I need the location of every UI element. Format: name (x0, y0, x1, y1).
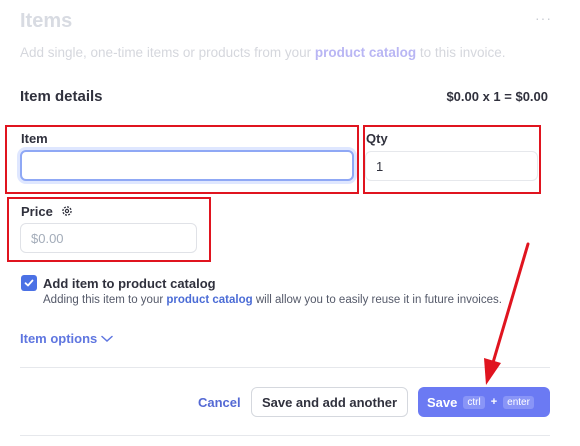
save-button[interactable]: Save ctrl + enter (418, 387, 550, 417)
more-options-icon[interactable]: ··· (535, 10, 552, 26)
save-and-add-another-label: Save and add another (261, 394, 398, 410)
chevron-down-icon (101, 335, 114, 342)
annotation-box-price (7, 197, 211, 262)
save-and-add-another-button[interactable]: Save and add another (251, 387, 408, 417)
item-details-title: Item details (20, 88, 103, 105)
bottom-divider (20, 435, 550, 436)
cancel-button[interactable]: Cancel (198, 395, 241, 410)
product-catalog-link[interactable]: product catalog (315, 45, 416, 60)
help-text: Adding this item to your (43, 294, 164, 306)
shortcut-plus: + (490, 396, 498, 408)
add-to-catalog-help: Adding this item to your product catalog… (43, 294, 502, 306)
item-total-formula: $0.00 x 1 = $0.00 (446, 89, 548, 104)
add-to-catalog-label[interactable]: Add item to product catalog (43, 276, 216, 291)
items-title: Items (20, 10, 73, 32)
items-description: Add single, one-time items or products f… (20, 45, 505, 60)
item-options-toggle[interactable]: Item options (20, 331, 114, 346)
shortcut-ctrl-key: ctrl (463, 395, 485, 409)
annotation-box-item (5, 125, 359, 194)
help-text-tail: will allow you to easily reuse it in fut… (255, 294, 502, 306)
divider (20, 367, 550, 368)
annotation-box-qty (363, 125, 541, 194)
items-description-text: Add single, one-time items or products f… (20, 45, 312, 60)
item-options-label: Item options (20, 331, 98, 346)
items-description-tail: to this invoice. (419, 45, 506, 60)
checkmark-icon (24, 279, 34, 287)
shortcut-enter-key: enter (503, 395, 534, 409)
save-label: Save (427, 394, 458, 410)
help-product-catalog-link[interactable]: product catalog (166, 294, 252, 306)
add-to-catalog-checkbox[interactable] (21, 275, 37, 291)
